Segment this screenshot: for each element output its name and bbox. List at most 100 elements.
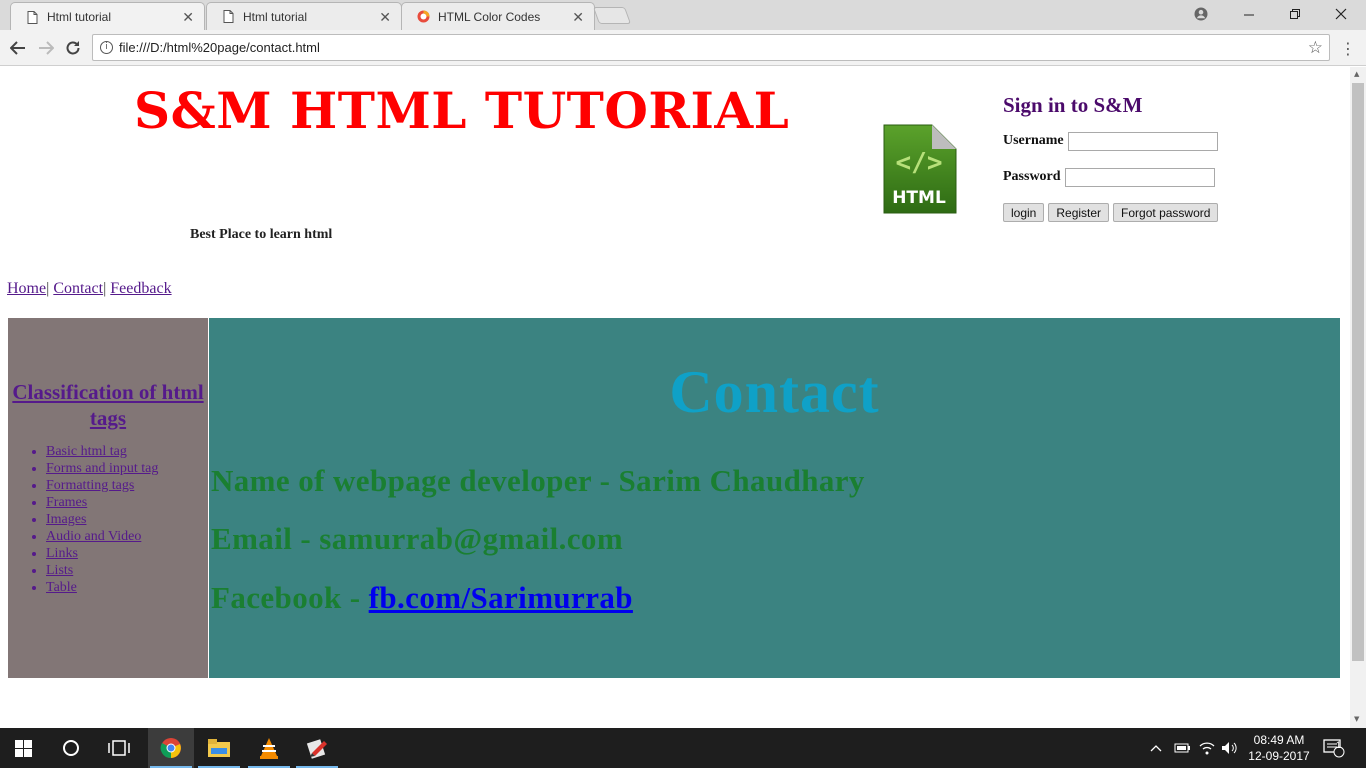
sidebar-list-item: Forms and input tag <box>46 460 208 477</box>
signin-heading: Sign in to S&M <box>1003 93 1143 117</box>
taskbar: 08:49 AM 12-09-2017 1 <box>0 728 1366 768</box>
windows-start-icon[interactable] <box>0 728 46 768</box>
taskbar-clock[interactable]: 08:49 AM 12-09-2017 <box>1244 732 1314 764</box>
info-icon[interactable]: i <box>100 41 113 54</box>
app-pen-icon[interactable] <box>294 728 340 768</box>
scrollbar-thumb[interactable] <box>1352 83 1364 661</box>
clock-date: 12-09-2017 <box>1248 749 1310 763</box>
tab-html-tutorial-active[interactable]: Html tutorial ✕ <box>10 2 205 31</box>
page-icon <box>221 10 235 24</box>
html-file-logo-icon: </> HTML <box>880 121 958 217</box>
sidebar-link-formatting[interactable]: Formatting tags <box>46 478 134 493</box>
top-navigation: Home| Contact| Feedback <box>7 280 172 298</box>
tab-title: Html tutorial <box>47 10 112 24</box>
tagline: Best Place to learn html <box>190 227 333 242</box>
cortana-search-icon[interactable] <box>48 728 94 768</box>
username-label: Username <box>1003 133 1064 148</box>
sidebar-list-item: Links <box>46 545 208 562</box>
tab-strip: Html tutorial ✕ Html tutorial ✕ HTML Col… <box>0 0 1366 31</box>
minimize-icon[interactable] <box>1238 4 1260 24</box>
close-window-icon[interactable] <box>1330 4 1352 24</box>
reload-icon[interactable] <box>63 38 83 58</box>
tab-title: Html tutorial <box>243 9 308 24</box>
new-tab-button[interactable] <box>592 7 632 24</box>
file-explorer-icon[interactable] <box>196 728 242 768</box>
site-title: S&M HTML TUTORIAL <box>134 81 790 140</box>
close-icon[interactable]: ✕ <box>182 9 194 26</box>
nav-contact-link[interactable]: Contact <box>53 280 103 297</box>
password-label: Password <box>1003 169 1061 184</box>
facebook-link[interactable]: fb.com/Sarimurrab <box>369 580 633 615</box>
sidebar-list-item: Images <box>46 511 208 528</box>
chrome-taskbar-icon[interactable] <box>148 728 194 768</box>
close-icon[interactable]: ✕ <box>572 9 584 26</box>
sidebar-list-item: Frames <box>46 494 208 511</box>
sidebar-link-table[interactable]: Table <box>46 580 77 595</box>
sidebar-link-frames[interactable]: Frames <box>46 495 87 510</box>
sidebar-list-item: Table <box>46 579 208 596</box>
sidebar-list-item: Formatting tags <box>46 477 208 494</box>
battery-icon[interactable] <box>1174 728 1192 768</box>
forward-arrow-icon[interactable] <box>36 38 56 58</box>
developer-name: Name of webpage developer - Sarim Chaudh… <box>211 463 865 498</box>
profile-icon[interactable] <box>1190 4 1212 24</box>
sidebar-heading[interactable]: Classification of html tags <box>8 379 208 431</box>
logo-text: HTML <box>892 188 946 208</box>
nav-separator: | <box>46 280 50 297</box>
restore-icon[interactable] <box>1284 4 1306 24</box>
username-input[interactable] <box>1067 131 1218 151</box>
tab-title: HTML Color Codes <box>438 9 541 24</box>
sidebar-link-images[interactable]: Images <box>46 512 86 527</box>
address-bar[interactable]: i file:///D:/html%20page/contact.html ☆ <box>92 34 1330 61</box>
scroll-down-icon[interactable]: ▼ <box>1354 715 1359 723</box>
notification-count: 1 <box>1336 740 1342 750</box>
page-icon <box>25 10 39 24</box>
contact-content: Contact Name of webpage developer - Sari… <box>209 318 1340 678</box>
wifi-icon[interactable] <box>1199 728 1215 768</box>
scroll-up-icon[interactable]: ▲ <box>1354 70 1359 78</box>
close-icon[interactable]: ✕ <box>379 9 391 26</box>
facebook-line: Facebook - fb.com/Sarimurrab <box>211 580 633 616</box>
nav-home-link[interactable]: Home <box>7 280 46 297</box>
signin-buttons: login Register Forgot password <box>1003 203 1303 222</box>
tray-chevron-icon[interactable] <box>1150 728 1162 768</box>
notification-icon[interactable]: 1 <box>1323 728 1345 768</box>
colorwheel-icon <box>416 10 430 24</box>
task-view-icon[interactable] <box>96 728 142 768</box>
back-arrow-icon[interactable] <box>8 38 28 58</box>
bookmark-star-icon[interactable]: ☆ <box>1308 38 1323 58</box>
sidebar-link-forms[interactable]: Forms and input tag <box>46 461 158 476</box>
sidebar-link-basic-html[interactable]: Basic html tag <box>46 444 127 459</box>
tab-html-color-codes[interactable]: HTML Color Codes ✕ <box>401 2 595 30</box>
contact-heading: Contact <box>669 359 880 425</box>
url-text: file:///D:/html%20page/contact.html <box>119 40 320 55</box>
sidebar-list: Basic html tag Forms and input tag Forma… <box>8 443 208 596</box>
sidebar: Classification of html tags Basic html t… <box>8 318 208 678</box>
tab-html-tutorial[interactable]: Html tutorial ✕ <box>206 2 402 30</box>
login-button[interactable]: login <box>1003 203 1045 222</box>
sidebar-list-item: Audio and Video <box>46 528 208 545</box>
register-button[interactable]: Register <box>1048 203 1110 222</box>
facebook-prefix: Facebook - <box>211 580 369 615</box>
menu-dots-icon[interactable]: ⋮ <box>1340 39 1356 58</box>
password-input[interactable] <box>1064 167 1215 187</box>
page-viewport: S&M HTML TUTORIAL Best Place to learn ht… <box>0 67 1350 728</box>
sidebar-link-audio-video[interactable]: Audio and Video <box>46 529 141 544</box>
volume-icon[interactable] <box>1221 728 1239 768</box>
clock-time: 08:49 AM <box>1253 733 1305 747</box>
sidebar-link-lists[interactable]: Lists <box>46 563 73 578</box>
vlc-icon[interactable] <box>246 728 292 768</box>
nav-separator: | <box>103 280 107 297</box>
password-row: Password <box>1003 167 1303 187</box>
sidebar-list-item: Lists <box>46 562 208 579</box>
forgot-password-button[interactable]: Forgot password <box>1113 203 1219 222</box>
logo-code: </> <box>896 148 943 178</box>
page-scrollbar[interactable]: ▲ ▼ <box>1350 67 1366 728</box>
email-line: Email - samurrab@gmail.com <box>211 521 624 556</box>
signin-panel: Sign in to S&M Username Password login R… <box>1003 93 1303 222</box>
nav-feedback-link[interactable]: Feedback <box>110 280 171 297</box>
browser-toolbar: i file:///D:/html%20page/contact.html ☆ … <box>0 30 1366 66</box>
sidebar-link-links[interactable]: Links <box>46 546 78 561</box>
username-row: Username <box>1003 131 1303 151</box>
sidebar-list-item: Basic html tag <box>46 443 208 460</box>
